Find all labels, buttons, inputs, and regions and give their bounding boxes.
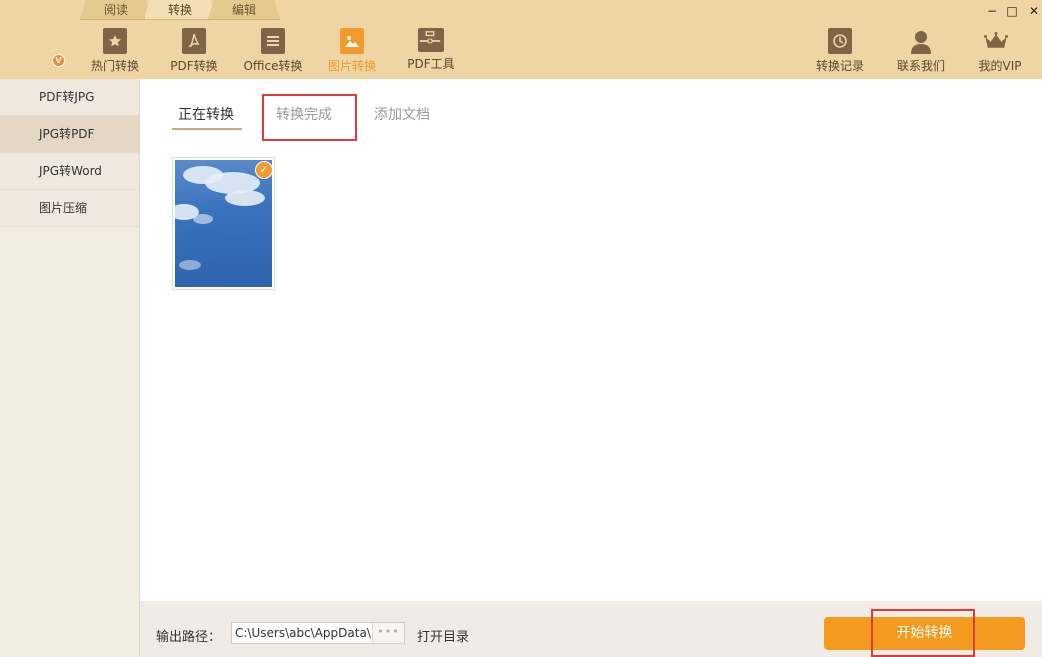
sidebar-item-jpg-to-word[interactable]: JPG转Word <box>0 153 139 190</box>
open-directory-link[interactable]: 打开目录 <box>417 626 469 645</box>
sidebar-item-image-compress[interactable]: 图片压缩 <box>0 190 139 227</box>
close-button[interactable]: ✕ <box>1026 3 1042 19</box>
pdf-file-icon <box>182 28 206 54</box>
tab-add-document[interactable]: 添加文档 <box>374 104 430 124</box>
highlight-box-start-button <box>871 609 975 657</box>
toolbar-image-convert[interactable]: 图片转换 <box>316 28 388 74</box>
browse-button[interactable]: ••• <box>372 623 404 643</box>
tab-converting[interactable]: 正在转换 <box>178 104 234 124</box>
active-tab-indicator <box>172 128 242 130</box>
maximize-button[interactable]: □ <box>1004 3 1020 19</box>
headset-person-icon <box>909 28 933 54</box>
toolbar-vip-label: 我的VIP <box>978 59 1022 73</box>
toolbar-hot-convert[interactable]: 热门转换 <box>79 28 151 74</box>
toolbar-hot-label: 热门转换 <box>90 59 139 73</box>
toolbar-history[interactable]: 转换记录 <box>804 28 876 74</box>
vip-badge: V <box>52 54 65 67</box>
footer-bar: 输出路径： ••• 打开目录 开始转换 <box>140 601 1042 657</box>
toolbar-pdf-label: PDF转换 <box>170 59 218 73</box>
mode-tab-read[interactable]: 阅读 <box>80 0 152 20</box>
toolbar-history-label: 转换记录 <box>815 59 864 73</box>
toolbar-office-convert[interactable]: Office转换 <box>237 28 309 74</box>
crown-icon <box>984 28 1016 54</box>
sidebar-item-pdf-to-jpg[interactable]: PDF转JPG <box>0 79 139 116</box>
toolbar-pdf-convert[interactable]: PDF转换 <box>158 28 230 74</box>
toolbar-contact[interactable]: 联系我们 <box>885 28 957 74</box>
highlight-box-completed-tab <box>262 94 357 141</box>
toolbar-image-label: 图片转换 <box>327 59 376 73</box>
toolbar-contact-label: 联系我们 <box>896 59 945 73</box>
main-panel: 正在转换 转换完成 添加文档 ✓ <box>140 79 1042 601</box>
toolbar-office-label: Office转换 <box>243 59 303 73</box>
toolbar-pdf-tools[interactable]: PDF工具 <box>395 28 467 72</box>
document-lines-icon <box>261 28 285 54</box>
selected-check-icon[interactable]: ✓ <box>255 161 273 179</box>
sky-image-preview <box>175 160 272 287</box>
sidebar-item-jpg-to-pdf[interactable]: JPG转PDF <box>0 116 139 153</box>
output-path-field: ••• <box>231 622 405 644</box>
mode-tab-edit[interactable]: 编辑 <box>208 0 280 20</box>
output-path-input[interactable] <box>232 623 372 643</box>
minimize-button[interactable]: − <box>984 3 1000 19</box>
mode-tab-convert[interactable]: 转换 <box>144 0 216 20</box>
title-bar: 阅读 转换 编辑 − □ ✕ V 热门转换 PDF转换 Office转换 图片转… <box>0 0 1042 79</box>
output-path-label: 输出路径： <box>156 630 222 645</box>
toolbox-icon <box>418 28 444 52</box>
clock-icon <box>828 28 852 54</box>
toolbar-vip[interactable]: 我的VIP <box>964 28 1036 74</box>
toolbar-pdftools-label: PDF工具 <box>407 57 455 71</box>
document-thumbnail[interactable]: ✓ <box>172 157 275 290</box>
sidebar: PDF转JPG JPG转PDF JPG转Word 图片压缩 <box>0 79 140 657</box>
image-file-icon <box>340 28 364 54</box>
star-file-icon <box>103 28 127 54</box>
